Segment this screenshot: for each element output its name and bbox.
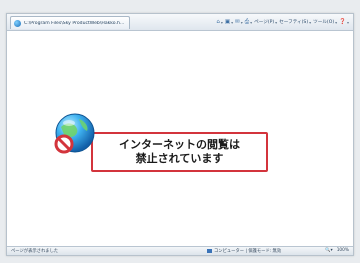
print-icon: ⎙: [244, 18, 250, 25]
chevron-down-icon: ▾: [240, 19, 243, 25]
print-icon[interactable]: ⎙ ▾: [245, 19, 252, 26]
blocked-message-line-2: 禁止されています: [135, 152, 224, 165]
tab-title: C:\Program Files\Sky ProductWeb\Hakko.h.…: [24, 20, 125, 26]
mail-icon: ✉: [235, 19, 240, 25]
safety-menu[interactable]: セーフティ(S) ▾: [279, 19, 312, 26]
chevron-down-icon: ▾: [220, 19, 223, 25]
mail-icon[interactable]: ✉ ▾: [235, 19, 243, 25]
ie-page-icon: [14, 19, 21, 27]
tools-menu[interactable]: ツール(O) ▾: [313, 19, 338, 26]
status-right: 🔍▾ 100%: [325, 248, 349, 253]
chevron-down-icon: ▾: [275, 19, 278, 25]
chevron-down-icon: ▾: [346, 19, 349, 25]
zoom-level[interactable]: 100%: [337, 248, 349, 253]
status-text: ページが表示されました: [11, 249, 59, 254]
zoom-icon[interactable]: 🔍▾: [325, 248, 333, 253]
blocked-message-line-1: インターネットの閲覧は: [119, 138, 240, 151]
tools-menu-label: ツール(O): [313, 20, 335, 25]
browser-window: C:\Program Files\Sky ProductWeb\Hakko.h.…: [6, 13, 354, 256]
command-bar: ⌂ ▾ ▣ ▾ ✉ ▾ ⎙ ▾ ページ(P) ▾ セーフティ(S) ▾ ツール(O) ▾ ❓ ▾: [216, 17, 349, 27]
chevron-down-icon: ▾: [250, 19, 253, 25]
page-menu-label: ページ(P): [254, 20, 275, 25]
blocked-globe-icon: [51, 109, 103, 161]
browser-tab[interactable]: C:\Program Files\Sky ProductWeb\Hakko.h.…: [10, 16, 130, 29]
page-menu[interactable]: ページ(P) ▾: [254, 19, 278, 26]
home-icon[interactable]: ⌂ ▾: [216, 19, 223, 25]
browser-toolbar: C:\Program Files\Sky ProductWeb\Hakko.h.…: [7, 14, 353, 31]
blocked-message-box: インターネットの閲覧は 禁止されています: [91, 132, 268, 172]
security-zone[interactable]: コンピューター | 保護モード: 無効: [207, 248, 281, 254]
chevron-down-icon: ▾: [231, 19, 234, 25]
safety-menu-label: セーフティ(S): [279, 20, 309, 25]
chevron-down-icon: ▾: [309, 19, 312, 25]
feeds-icon: ▣: [224, 19, 231, 25]
help-icon: ❓: [339, 19, 346, 25]
feeds-icon[interactable]: ▣ ▾: [225, 19, 233, 25]
status-bar: ページが表示されました コンピューター | 保護モード: 無効 🔍▾ 100%: [7, 246, 353, 255]
help-icon[interactable]: ❓ ▾: [339, 19, 349, 25]
security-zone-label: コンピューター | 保護モード: 無効: [214, 249, 282, 254]
home-icon: ⌂: [216, 19, 220, 25]
chevron-down-icon: ▾: [335, 19, 338, 25]
computer-icon: [207, 249, 212, 253]
